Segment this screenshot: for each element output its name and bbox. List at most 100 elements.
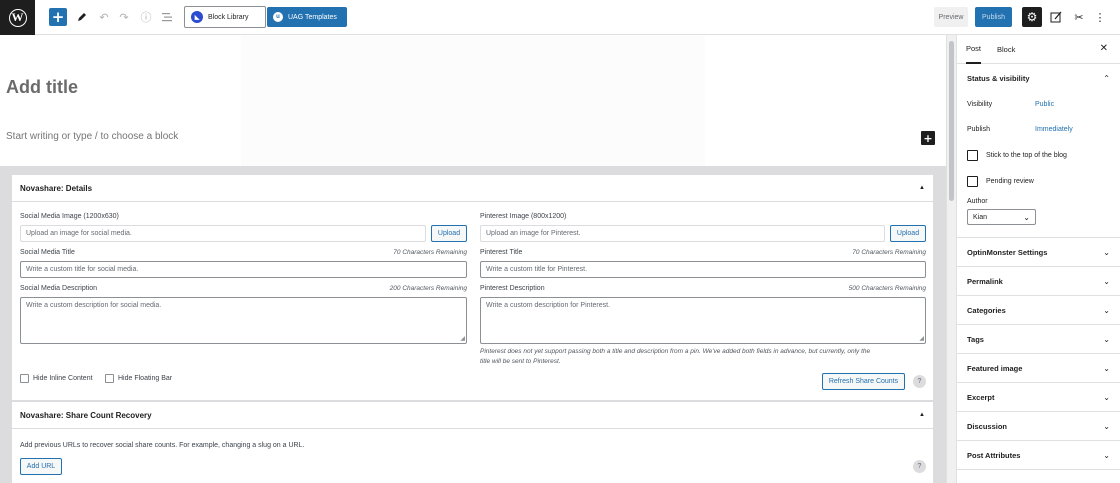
resize-grip-icon[interactable]: ◢	[460, 335, 465, 342]
panel-title: Post Attributes	[967, 450, 1021, 460]
tab-block[interactable]: Block	[997, 35, 1015, 64]
resize-grip-icon[interactable]: ◢	[919, 335, 924, 342]
panel-discussion[interactable]: Discussion ⌄	[957, 412, 1120, 441]
preview-button[interactable]: Preview	[934, 7, 968, 27]
panel-title: Tags	[967, 334, 984, 344]
settings-gear-icon[interactable]: ⚙	[1022, 7, 1042, 27]
close-icon[interactable]: ✕	[1100, 43, 1108, 54]
social-title-count: 70 Characters Remaining	[393, 249, 467, 256]
pinterest-description-placeholder: Write a custom description for Pinterest…	[486, 302, 610, 309]
panel-optinmonster-settings[interactable]: OptinMonster Settings ⌄	[957, 238, 1120, 267]
block-library-button[interactable]: ◣ Block Library	[184, 6, 266, 28]
publish-date-toggle[interactable]: Immediately	[1035, 126, 1073, 133]
panel-title: Discussion	[967, 421, 1008, 431]
panel-permalink[interactable]: Permalink ⌄	[957, 267, 1120, 296]
uag-templates-button[interactable]: u UAG Templates	[267, 7, 347, 27]
social-image-upload-button[interactable]: Upload	[431, 225, 467, 242]
collapse-caret-icon[interactable]: ▲	[919, 412, 925, 418]
collapse-caret-icon[interactable]: ▲	[919, 185, 925, 191]
social-image-label: Social Media Image (1200x630)	[20, 213, 119, 220]
sidebar-tabs: Post Block ✕	[957, 35, 1120, 64]
pending-review-checkbox[interactable]: Pending review	[967, 176, 1034, 187]
checkbox-box[interactable]	[20, 374, 29, 383]
chevron-down-icon: ⌄	[1103, 276, 1110, 286]
social-image-field[interactable]: Upload an image for social media.	[20, 225, 426, 242]
edit-external-icon[interactable]	[1048, 9, 1064, 25]
pinterest-description-textarea[interactable]: Write a custom description for Pinterest…	[480, 297, 926, 344]
edit-pencil-icon[interactable]	[75, 10, 89, 24]
status-visibility-header[interactable]: Status & visibility ⌃	[957, 64, 1120, 93]
list-view-icon[interactable]	[160, 10, 174, 24]
block-appender-placeholder[interactable]: Start writing or type / to choose a bloc…	[6, 131, 178, 142]
details-info-icon[interactable]: ⓘ	[139, 10, 153, 24]
pinterest-note-line: Pinterest does not yet support passing b…	[480, 348, 871, 355]
chevron-down-icon: ⌄	[1103, 392, 1110, 402]
status-visibility-panel: Status & visibility ⌃ Visibility Public …	[957, 64, 1120, 238]
scrollbar-thumb[interactable]	[949, 41, 954, 201]
pinterest-image-upload-button[interactable]: Upload	[890, 225, 926, 242]
panel-title: Categories	[967, 305, 1006, 315]
undo-icon[interactable]: ↶	[97, 10, 111, 24]
checkbox-label: Hide Inline Content	[33, 375, 93, 382]
wordpress-logo-icon: W	[8, 8, 27, 27]
help-icon[interactable]: ?	[913, 375, 926, 388]
panel-title: Excerpt	[967, 392, 995, 402]
chevron-down-icon: ⌄	[1103, 450, 1110, 460]
novashare-details-header[interactable]: Novashare: Details ▲	[12, 175, 933, 202]
metabox-title: Novashare: Share Count Recovery	[20, 410, 152, 420]
share-recovery-description: Add previous URLs to recover social shar…	[20, 442, 305, 449]
more-options-icon[interactable]: ⋮	[1092, 9, 1108, 25]
wordpress-logo-button[interactable]: W	[0, 0, 35, 35]
social-title-label: Social Media Title	[20, 249, 75, 256]
panel-title: OptinMonster Settings	[967, 247, 1048, 257]
chevron-down-icon: ⌄	[1103, 363, 1110, 373]
uag-logo-icon: u	[273, 12, 283, 22]
panel-tags[interactable]: Tags ⌄	[957, 325, 1120, 354]
chevron-down-icon: ⌄	[1103, 334, 1110, 344]
author-select[interactable]: Kian ⌄	[967, 209, 1036, 225]
redo-icon[interactable]: ↷	[117, 10, 131, 24]
inline-add-block-button[interactable]: +	[921, 131, 935, 145]
hide-floating-bar-checkbox[interactable]: Hide Floating Bar	[105, 374, 172, 383]
pinterest-title-count: 70 Characters Remaining	[852, 249, 926, 256]
pinterest-description-label: Pinterest Description	[480, 285, 545, 292]
chevron-down-icon: ⌄	[1103, 247, 1110, 257]
share-recovery-header[interactable]: Novashare: Share Count Recovery ▲	[12, 402, 933, 429]
tab-post[interactable]: Post	[966, 35, 982, 64]
block-library-icon: ◣	[191, 11, 203, 23]
social-description-textarea[interactable]: Write a custom description for social me…	[20, 297, 467, 344]
refresh-share-counts-button[interactable]: Refresh Share Counts	[822, 373, 905, 390]
editor-toolbar: W + ↶ ↷ ⓘ ◣ Block Library u UAG Template…	[0, 0, 1120, 35]
visibility-toggle[interactable]: Public	[1035, 101, 1054, 108]
block-library-label: Block Library	[208, 13, 249, 21]
author-value: Kian	[973, 213, 988, 221]
checkbox-box[interactable]	[967, 150, 978, 161]
checkbox-box[interactable]	[967, 176, 978, 187]
panel-excerpt[interactable]: Excerpt ⌄	[957, 383, 1120, 412]
panel-post-attributes[interactable]: Post Attributes ⌄	[957, 441, 1120, 470]
pinterest-title-label: Pinterest Title	[480, 249, 523, 256]
editor-scrollbar[interactable]	[946, 35, 956, 483]
pinterest-title-input[interactable]: Write a custom title for Pinterest.	[480, 261, 926, 278]
panel-featured-image[interactable]: Featured image ⌄	[957, 354, 1120, 383]
checkbox-label: Stick to the top of the blog	[986, 152, 1067, 159]
pinterest-note-line: title will be sent to Pinterest.	[480, 358, 561, 365]
publish-label: Publish	[967, 126, 990, 133]
post-title-input[interactable]: Add title	[6, 77, 78, 98]
canvas-background	[241, 35, 705, 166]
social-description-placeholder: Write a custom description for social me…	[26, 302, 162, 309]
add-url-button[interactable]: Add URL	[20, 458, 62, 475]
author-label: Author	[967, 198, 988, 205]
plugin-tools-icon[interactable]: ✂	[1071, 9, 1087, 25]
panel-categories[interactable]: Categories ⌄	[957, 296, 1120, 325]
checkbox-box[interactable]	[105, 374, 114, 383]
add-block-button[interactable]: +	[49, 8, 67, 26]
checkbox-label: Pending review	[986, 178, 1034, 185]
chevron-up-icon[interactable]: ⌃	[1103, 74, 1110, 83]
sticky-checkbox[interactable]: Stick to the top of the blog	[967, 150, 1067, 161]
publish-button[interactable]: Publish	[975, 7, 1012, 27]
hide-inline-content-checkbox[interactable]: Hide Inline Content	[20, 374, 93, 383]
pinterest-image-field[interactable]: Upload an image for Pinterest.	[480, 225, 885, 242]
help-icon[interactable]: ?	[913, 460, 926, 473]
social-title-input[interactable]: Write a custom title for social media.	[20, 261, 467, 278]
